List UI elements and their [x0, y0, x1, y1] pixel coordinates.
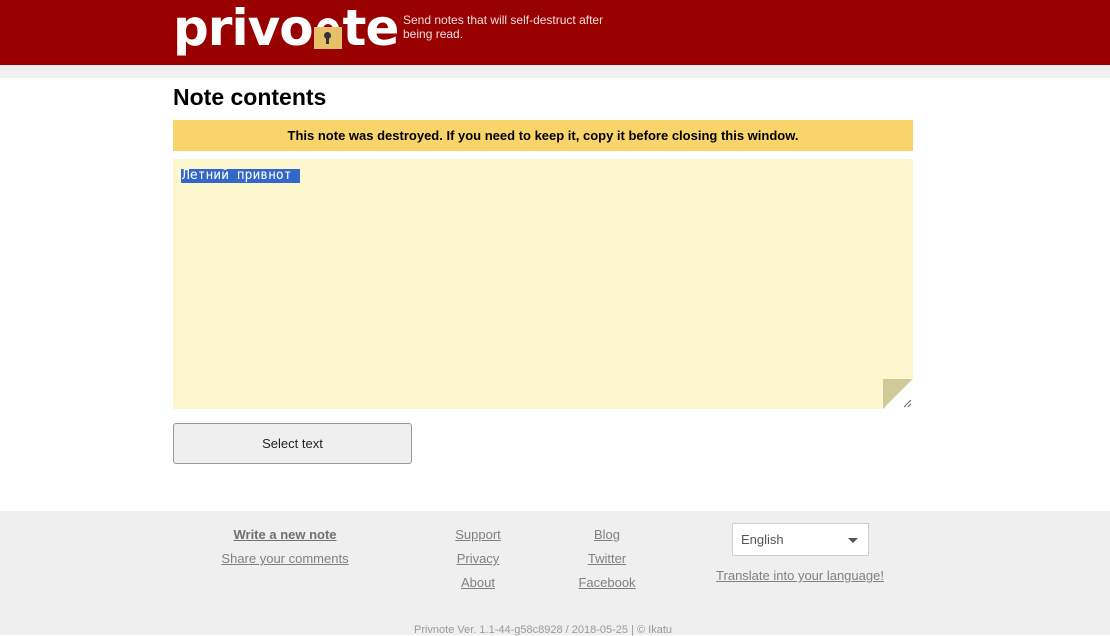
site-footer: Write a new note Share your comments Sup… — [0, 511, 1110, 636]
page-title: Note contents — [173, 84, 327, 110]
share-comments-link[interactable]: Share your comments — [221, 551, 348, 566]
chevron-down-icon — [848, 538, 858, 543]
twitter-link[interactable]: Twitter — [588, 551, 626, 566]
logo-o-glyph: o — [279, 0, 313, 57]
language-select[interactable]: English — [732, 523, 869, 556]
select-text-button[interactable]: Select text — [173, 423, 412, 464]
site-header: privo te Send notes that will self-destru… — [0, 0, 1110, 65]
language-selected-value: English — [741, 532, 784, 547]
tagline: Send notes that will self-destruct after… — [403, 13, 604, 41]
logo-text-right: te — [342, 0, 400, 57]
blog-link[interactable]: Blog — [594, 527, 620, 542]
support-link[interactable]: Support — [455, 527, 501, 542]
destroyed-alert: This note was destroyed. If you need to … — [173, 120, 913, 151]
resize-grip-icon[interactable] — [903, 399, 912, 408]
note-selected-text[interactable]: Летний привнот — [181, 169, 301, 183]
note-textarea[interactable]: Летний привнот — [173, 159, 913, 409]
facebook-link[interactable]: Facebook — [578, 575, 635, 590]
about-link[interactable]: About — [461, 575, 495, 590]
privnote-logo[interactable]: privo te — [173, 0, 400, 58]
privacy-link[interactable]: Privacy — [457, 551, 500, 566]
version-info: Privnote Ver. 1.1-44-g58c8928 / 2018-05-… — [413, 624, 673, 636]
lock-icon — [313, 0, 343, 49]
logo-text-left: priv — [173, 0, 280, 57]
translate-link[interactable]: Translate into your language! — [716, 568, 884, 583]
write-new-note-link[interactable]: Write a new note — [233, 527, 336, 542]
header-band — [0, 65, 1110, 78]
